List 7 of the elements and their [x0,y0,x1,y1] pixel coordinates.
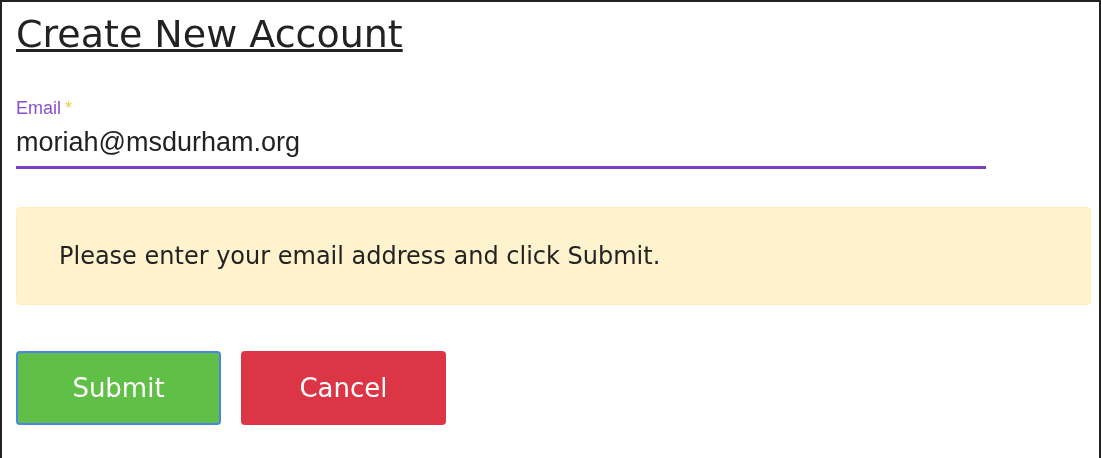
cancel-button[interactable]: Cancel [241,351,446,425]
page-title: Create New Account [16,11,403,58]
required-mark: * [65,98,73,119]
submit-button[interactable]: Submit [16,351,221,425]
field-label: Email [16,98,61,119]
alert-text: Please enter your email address and click Submit. [59,242,661,270]
email-field[interactable]: moriah@msdurham.org [16,119,986,169]
